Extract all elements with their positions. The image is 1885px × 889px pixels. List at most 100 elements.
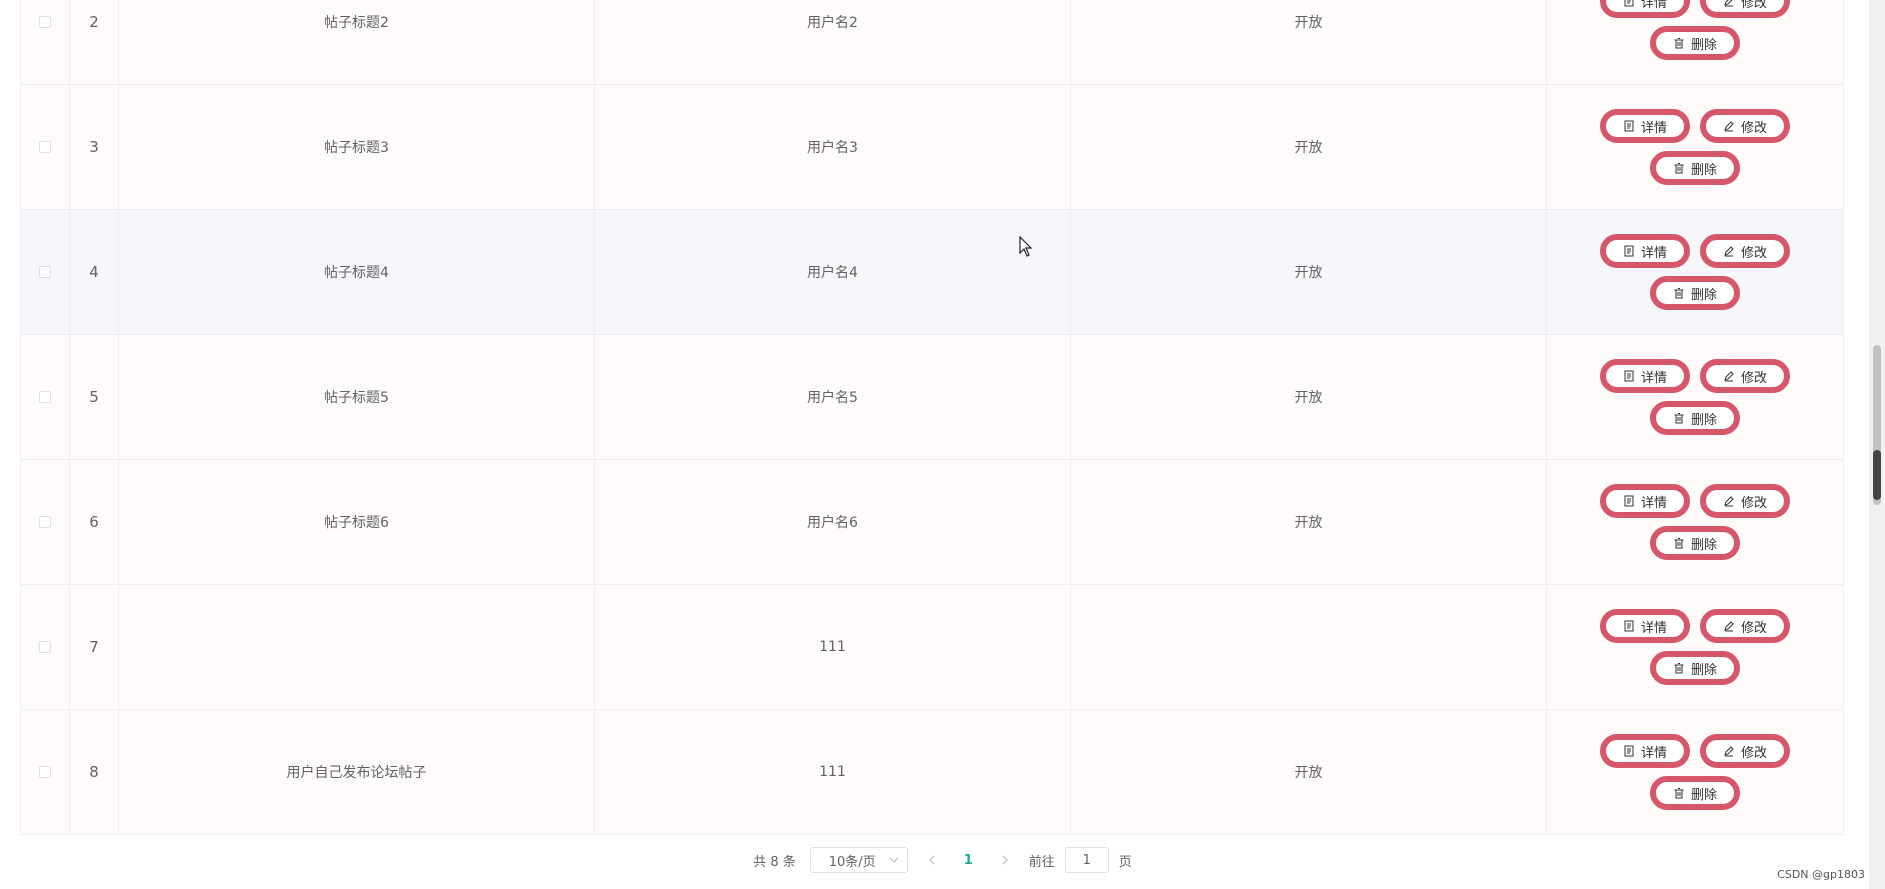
delete-button[interactable]: 删除 [1649,26,1740,60]
username: 111 [595,585,1071,709]
row-select-cell [21,460,70,584]
row-checkbox[interactable] [39,391,51,403]
delete-button-label: 删除 [1690,287,1717,303]
status: 开放 [1071,460,1547,584]
status: 开放 [1071,85,1547,209]
row-checkbox[interactable] [39,141,51,153]
edit-icon [1724,121,1734,132]
detail-button[interactable]: 详情 [1599,109,1690,143]
row-checkbox[interactable] [39,16,51,28]
document-icon [1624,495,1634,507]
row-checkbox[interactable] [39,766,51,778]
edit-button-label: 修改 [1741,620,1768,636]
row-select-cell [21,585,70,709]
document-icon [1624,620,1634,632]
row-index: 3 [70,85,119,209]
document-icon [1624,120,1634,132]
page-size-value: 10条/页 [828,854,876,870]
detail-button[interactable]: 详情 [1599,734,1690,768]
detail-button[interactable]: 详情 [1599,234,1690,268]
row-index: 6 [70,460,119,584]
delete-button-label: 删除 [1690,37,1717,53]
detail-button-label: 详情 [1640,120,1667,136]
edit-button[interactable]: 修改 [1700,734,1791,768]
edit-button[interactable]: 修改 [1700,484,1791,518]
delete-button[interactable]: 删除 [1649,276,1740,310]
row-actions: 详情 修改删除 [1547,85,1843,209]
status [1071,585,1547,709]
row-select-cell [21,710,70,834]
username: 用户名3 [595,85,1071,209]
table-row: 6 帖子标题6 用户名6 开放 详情 修改 删除 [21,460,1843,585]
detail-button-label: 详情 [1640,620,1667,636]
detail-button-label: 详情 [1640,370,1667,386]
goto-page-input[interactable] [1064,847,1109,873]
row-select-cell [21,335,70,459]
detail-button-label: 详情 [1640,495,1667,511]
edit-icon [1724,746,1734,757]
trash-icon [1674,163,1684,174]
edit-icon [1724,246,1734,257]
delete-button[interactable]: 删除 [1649,776,1740,810]
status: 开放 [1071,0,1547,84]
trash-icon [1674,788,1684,799]
trash-icon [1674,288,1684,299]
document-icon [1624,745,1634,757]
edit-icon [1724,0,1733,7]
status: 开放 [1071,710,1547,834]
username: 用户名2 [595,0,1071,84]
delete-button[interactable]: 删除 [1649,401,1740,435]
delete-button[interactable]: 删除 [1649,651,1740,685]
detail-button[interactable]: 详情 [1599,484,1690,518]
table-row: 5 帖子标题5 用户名5 开放 详情 修改 删除 [21,335,1843,460]
delete-button[interactable]: 删除 [1649,151,1740,185]
page-number-current[interactable]: 1 [964,853,973,868]
edit-button[interactable]: 修改 [1700,0,1791,18]
page-suffix: 页 [1118,854,1132,870]
row-select-cell [21,210,70,334]
vertical-scrollbar[interactable] [1869,0,1885,889]
row-select-cell [21,0,70,84]
edit-button-label: 修改 [1741,370,1768,386]
edit-button[interactable]: 修改 [1700,359,1791,393]
post-title: 用户自己发布论坛帖子 [119,710,595,834]
post-title: 帖子标题5 [119,335,595,459]
detail-button-label: 详情 [1640,0,1667,11]
prev-page-button[interactable] [920,855,944,865]
detail-button[interactable]: 详情 [1599,359,1690,393]
row-checkbox[interactable] [39,641,51,653]
row-actions: 详情 修改 删除 [1547,585,1843,709]
username: 用户名6 [595,460,1071,584]
row-select-cell [21,85,70,209]
detail-button-label: 详情 [1640,245,1667,261]
table-row: 3 帖子标题3 用户名3 开放 详情 修改 删除 [21,85,1843,210]
row-index: 5 [70,335,119,459]
data-table: 2 帖子标题2 用户名2 开放 详情 修改 删除 3 帖子标题3 用户名3 开放 详情 修改 删除 4 帖子标… [20,0,1844,835]
delete-button-label: 删除 [1690,162,1717,178]
page: 2 帖子标题2 用户名2 开放 详情 修改 删除 3 帖子标题3 用户名3 开放 详情 修改 删除 4 帖子标… [0,0,1885,889]
page-size-select[interactable]: 10条/页 [809,847,908,873]
edit-button-label: 修改 [1741,245,1768,261]
scrollbar-thumb-active[interactable] [1873,450,1881,500]
edit-button[interactable]: 修改 [1700,609,1791,643]
row-index: 8 [70,710,119,834]
next-page-button[interactable] [993,855,1017,865]
edit-button[interactable]: 修改 [1700,234,1791,268]
detail-button[interactable]: 详情 [1599,0,1690,18]
document-icon [1624,245,1634,257]
delete-button-label: 删除 [1690,537,1717,553]
edit-button[interactable]: 修改 [1700,109,1791,143]
pagination: 共 8 条 10条/页 1 前往 页 [0,847,1885,873]
edit-icon [1724,496,1734,507]
row-checkbox[interactable] [39,266,51,278]
delete-button[interactable]: 删除 [1649,526,1740,560]
document-icon [1624,0,1634,7]
row-checkbox[interactable] [39,516,51,528]
trash-icon [1674,538,1684,549]
row-actions: 详情 修改删除 [1547,710,1843,834]
row-index: 7 [70,585,119,709]
post-title: 帖子标题4 [119,210,595,334]
detail-button[interactable]: 详情 [1599,609,1690,643]
watermark: CSDN @gp1803 [1777,868,1865,881]
document-icon [1624,370,1634,382]
